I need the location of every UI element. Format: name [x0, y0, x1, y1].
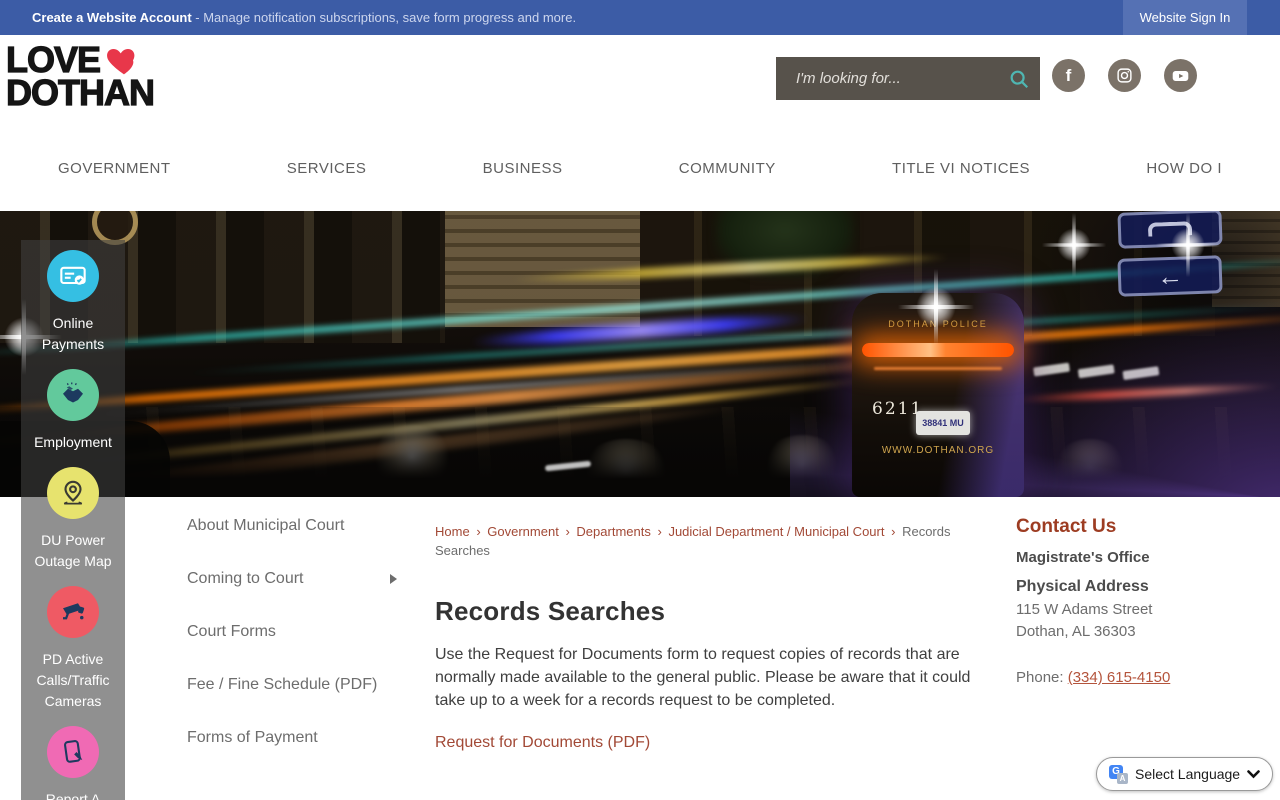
- menu-item-label: Forms of Payment: [187, 729, 318, 746]
- license-plate: 38841 MU: [916, 411, 970, 435]
- star-flare: [1155, 212, 1221, 278]
- quick-link-label: Employment: [34, 434, 112, 450]
- page: Create a Website Account - Manage notifi…: [0, 0, 1280, 800]
- menu-item-coming-to-court[interactable]: Coming to Court: [187, 568, 407, 590]
- top-utility-bar: Create a Website Account - Manage notifi…: [0, 0, 1280, 35]
- menu-item-court-forms[interactable]: Court Forms: [187, 621, 407, 643]
- site-search: [776, 57, 1040, 100]
- select-language-label: Select Language: [1135, 766, 1241, 782]
- main-navigation: GOVERNMENT SERVICES BUSINESS COMMUNITY T…: [0, 140, 1280, 211]
- page-title: Records Searches: [435, 596, 666, 626]
- phone-label: Phone:: [1016, 669, 1068, 686]
- menu-item-label: Coming to Court: [187, 570, 304, 587]
- phone-report-icon: [47, 726, 99, 778]
- quick-links-strip: Online Payments Employment DU Power Outa…: [21, 240, 125, 800]
- breadcrumb-departments[interactable]: Departments: [576, 524, 650, 539]
- facebook-button[interactable]: f: [1052, 59, 1085, 92]
- site-logo[interactable]: LOVE DOTHAN: [5, 41, 155, 113]
- nav-title-vi-notices[interactable]: TITLE VI NOTICES: [892, 160, 1030, 177]
- nav-community[interactable]: COMMUNITY: [679, 160, 776, 177]
- breadcrumb-home[interactable]: Home: [435, 524, 470, 539]
- account-tagline: - Manage notification subscriptions, sav…: [191, 10, 577, 25]
- search-icon: [1010, 70, 1028, 88]
- nav-services[interactable]: SERVICES: [287, 160, 367, 177]
- youtube-icon: [1172, 70, 1189, 81]
- phone-row: Phone: (334) 615-4150: [1016, 669, 1251, 686]
- facebook-icon: f: [1065, 65, 1072, 85]
- handshake-icon: [47, 369, 99, 421]
- main-content: Home › Government › Departments › Judici…: [435, 522, 980, 752]
- social-links: f: [1052, 59, 1197, 92]
- breadcrumb-separator: ›: [891, 524, 896, 539]
- instagram-button[interactable]: [1108, 59, 1141, 92]
- chevron-down-icon: [1247, 769, 1260, 778]
- star-flare: [898, 269, 974, 345]
- phone-link[interactable]: (334) 615-4150: [1068, 669, 1171, 686]
- breadcrumb: Home › Government › Departments › Judici…: [435, 522, 980, 560]
- quick-link-employment[interactable]: Employment: [22, 369, 124, 453]
- breadcrumb-government[interactable]: Government: [487, 524, 559, 539]
- account-promo-text[interactable]: Create a Website Account - Manage notifi…: [32, 10, 576, 25]
- quick-link-report-a-concern[interactable]: Report A: [22, 726, 124, 800]
- contact-office-name: Magistrate's Office: [1016, 549, 1150, 566]
- nav-business[interactable]: BUSINESS: [483, 160, 563, 177]
- site-header: LOVE DOTHAN f: [0, 35, 1280, 140]
- quick-link-label: PD Active Calls/Traffic Cameras: [36, 651, 110, 709]
- breadcrumb-separator: ›: [657, 524, 662, 539]
- sign-in-label: Website Sign In: [1139, 10, 1231, 25]
- police-car-url-text: WWW.DOTHAN.ORG: [881, 445, 995, 456]
- quick-link-label: DU Power Outage Map: [34, 532, 112, 569]
- page-body-text: Use the Request for Documents form to re…: [435, 646, 971, 709]
- quick-link-du-power-outage-map[interactable]: DU Power Outage Map: [22, 467, 124, 572]
- breadcrumb-separator: ›: [565, 524, 570, 539]
- menu-item-about-municipal-court[interactable]: About Municipal Court: [187, 515, 407, 537]
- menu-item-forms-of-payment[interactable]: Forms of Payment: [187, 727, 407, 749]
- contact-panel: Contact Us Magistrate's Office Physical …: [1016, 515, 1251, 686]
- menu-item-label: About Municipal Court: [187, 517, 345, 534]
- select-language-button[interactable]: GA Select Language: [1096, 757, 1274, 791]
- logo-text-dothan: DOTHAN: [5, 72, 155, 113]
- taillight-bar: [862, 343, 1014, 357]
- breadcrumb-judicial-department[interactable]: Judicial Department / Municipal Court: [668, 524, 884, 539]
- section-menu: About Municipal Court Coming to Court Co…: [187, 515, 407, 780]
- quick-link-label: Report A: [45, 791, 101, 800]
- taillight-line: [874, 367, 1002, 370]
- create-account-link[interactable]: Create a Website Account: [32, 10, 192, 25]
- security-camera-icon: [47, 586, 99, 638]
- menu-item-fee-fine-schedule[interactable]: Fee / Fine Schedule (PDF): [187, 674, 407, 696]
- heart-icon: [107, 48, 135, 74]
- submenu-arrow-icon: [390, 574, 397, 584]
- youtube-button[interactable]: [1164, 59, 1197, 92]
- website-sign-in-button[interactable]: Website Sign In: [1123, 0, 1247, 35]
- request-for-documents-link[interactable]: Request for Documents (PDF): [435, 734, 650, 752]
- address-line-1: 115 W Adams Street: [1016, 601, 1153, 618]
- instagram-icon: [1117, 68, 1132, 83]
- contact-heading: Contact Us: [1016, 516, 1117, 537]
- address-line-2: Dothan, AL 36303: [1016, 623, 1136, 640]
- physical-address-label: Physical Address: [1016, 578, 1149, 595]
- map-pin-icon: [47, 467, 99, 519]
- menu-item-label: Court Forms: [187, 623, 276, 640]
- nav-government[interactable]: GOVERNMENT: [58, 160, 171, 177]
- google-translate-icon: GA: [1109, 764, 1128, 784]
- breadcrumb-separator: ›: [476, 524, 481, 539]
- menu-item-label: Fee / Fine Schedule (PDF): [187, 676, 378, 693]
- nav-how-do-i[interactable]: HOW DO I: [1146, 160, 1222, 177]
- quick-link-online-payments[interactable]: Online Payments: [22, 250, 124, 355]
- search-button[interactable]: [997, 57, 1040, 100]
- hero-image: DOTHAN POLICE 6211 38841 MU WWW.DOTHAN.O…: [0, 211, 1280, 497]
- star-flare: [1041, 212, 1107, 278]
- quick-link-label: Online Payments: [41, 315, 105, 352]
- quick-link-pd-active-calls-traffic-cameras[interactable]: PD Active Calls/Traffic Cameras: [22, 586, 124, 712]
- search-input[interactable]: [776, 70, 997, 87]
- credit-card-icon: [47, 250, 99, 302]
